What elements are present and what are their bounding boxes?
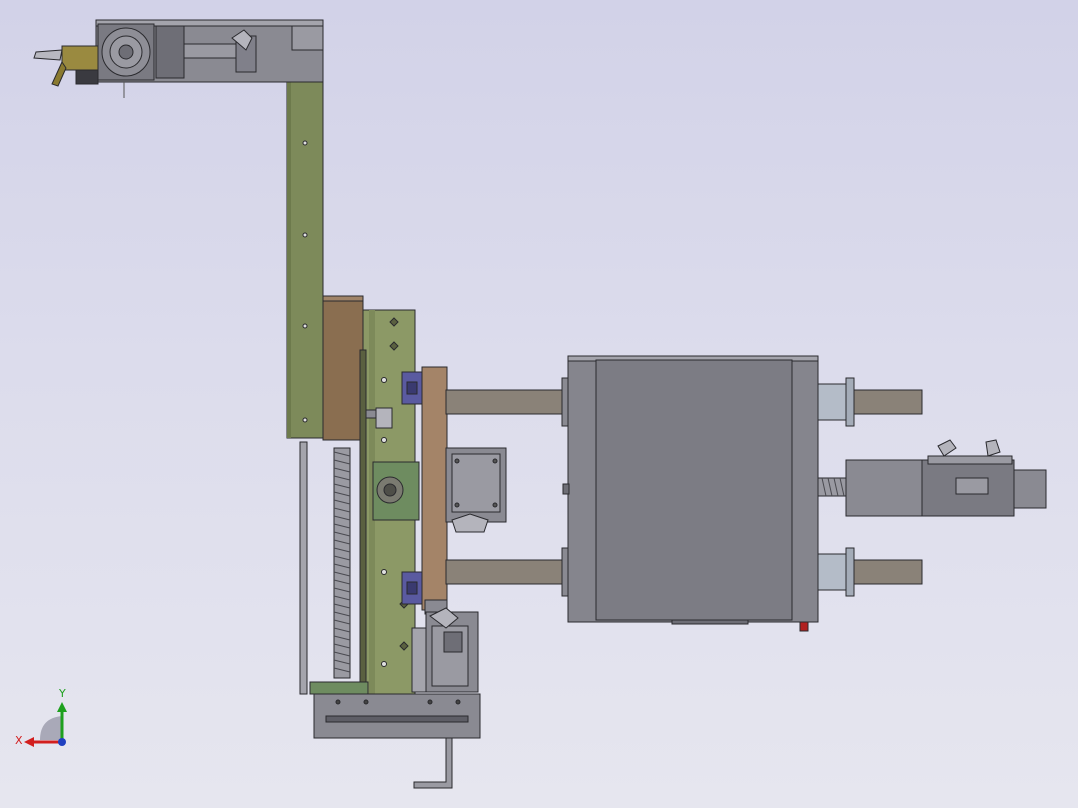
base-bracket-slot xyxy=(325,715,469,723)
lift-brown-plate xyxy=(322,295,364,441)
stepper-motor-face xyxy=(451,453,501,513)
stepper-bolt xyxy=(454,502,460,508)
lower-motor-shaft xyxy=(411,627,427,693)
arm-hole xyxy=(302,417,308,423)
triad-y-arrowhead xyxy=(57,702,67,712)
servo-connector-right xyxy=(985,439,1001,457)
brown-slide-bar xyxy=(421,366,448,611)
stepper-bolt xyxy=(492,458,498,464)
cad-viewport[interactable]: Y X xyxy=(0,0,1078,808)
guide-rod-left xyxy=(299,441,308,695)
vertical-arm-assembly[interactable] xyxy=(33,19,324,439)
head-cylinder xyxy=(183,43,241,59)
lower-motor-slot xyxy=(443,631,463,653)
servo-nameplate xyxy=(955,477,989,495)
main-housing-cover xyxy=(595,359,793,621)
lead-screw xyxy=(333,447,351,679)
rod-flange-upper xyxy=(817,383,847,421)
gear-wheel-inner xyxy=(383,483,397,497)
main-housing-red-marker xyxy=(799,621,809,632)
linear-guide-block-upper-slot xyxy=(406,381,418,395)
triad-arc xyxy=(40,716,62,740)
base-hole xyxy=(335,699,341,705)
triad-z-axis xyxy=(58,738,66,746)
sensor-bracket-tab xyxy=(365,409,377,419)
lift-plate-hole xyxy=(381,377,387,383)
arm-column-edge xyxy=(287,50,291,438)
rod-flange-lower-lip xyxy=(845,547,855,597)
servo-connector-left xyxy=(937,439,957,457)
servo-flange xyxy=(845,459,923,517)
lift-brown-plate-top xyxy=(322,295,364,302)
base-hole xyxy=(455,699,461,705)
lift-olive-plate-shadow xyxy=(359,349,367,697)
base-handle xyxy=(413,737,453,789)
rod-flange-lower xyxy=(817,553,847,591)
rod-flange-upper-lip xyxy=(845,377,855,427)
gripper-jaw-upper xyxy=(33,49,63,61)
base-hole xyxy=(427,699,433,705)
gripper-jaw-lower xyxy=(51,60,67,87)
stepper-bolt xyxy=(454,458,460,464)
main-housing-bottom-tab xyxy=(671,619,749,625)
arm-hole xyxy=(302,140,308,146)
sensor-bracket xyxy=(375,407,393,429)
triad-y-label: Y xyxy=(59,687,66,700)
gripper-body xyxy=(61,45,99,71)
stepper-bolt xyxy=(492,502,498,508)
lift-plate-hole xyxy=(381,661,387,667)
triad-x-label: X xyxy=(15,734,23,747)
lift-plate-hole xyxy=(381,569,387,575)
cad-model-canvas[interactable] xyxy=(0,0,1078,808)
servo-encoder xyxy=(1013,469,1047,509)
xyz-axis-triad-icon xyxy=(24,702,67,747)
right-housing-assembly[interactable] xyxy=(445,355,1047,632)
guide-rod-upper-left xyxy=(445,389,571,415)
linear-guide-block-lower-slot xyxy=(406,581,418,595)
servo-body-top xyxy=(927,455,1013,465)
lift-assembly[interactable] xyxy=(299,295,507,789)
foot-green-plate xyxy=(309,681,369,695)
arm-hole xyxy=(302,232,308,238)
rotary-motor-hub xyxy=(118,44,134,60)
base-hole xyxy=(363,699,369,705)
guide-rod-upper-right xyxy=(851,389,923,415)
head-right-block xyxy=(291,25,324,51)
triad-x-arrowhead xyxy=(24,737,34,747)
guide-rod-lower-right xyxy=(851,559,923,585)
housing-side-nub xyxy=(562,483,570,495)
arm-hole xyxy=(302,323,308,329)
arm-column xyxy=(286,49,324,439)
lift-plate-hole xyxy=(381,437,387,443)
head-slide xyxy=(155,25,185,79)
guide-rod-lower-left xyxy=(445,559,571,585)
